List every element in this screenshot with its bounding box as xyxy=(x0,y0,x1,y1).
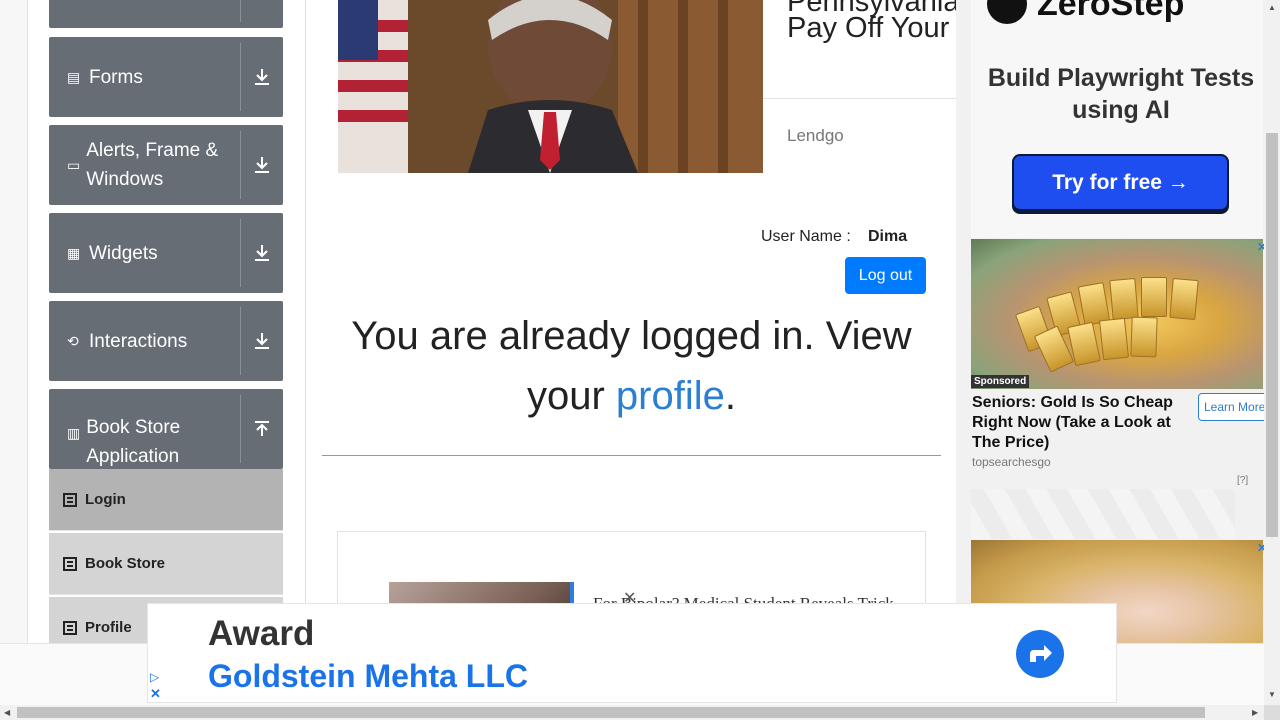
sidebar-group-label: Book Store Application xyxy=(86,417,181,467)
scroll-right-icon[interactable]: ▶ xyxy=(1252,708,1258,717)
close-icon[interactable]: ✕ xyxy=(150,686,161,702)
scrollbar-corner xyxy=(1264,705,1280,720)
zerostep-tagline: Build Playwright Tests using AI xyxy=(987,64,1255,124)
ad-image-senior[interactable] xyxy=(338,0,763,173)
sidebar-item-label: Book Store xyxy=(85,555,166,572)
sidebar-group-label: Interactions xyxy=(89,330,188,352)
scroll-left-icon[interactable]: ◀ xyxy=(4,708,10,717)
sidebar-item-login[interactable]: Login xyxy=(49,469,283,531)
sidebar-item-label: Profile xyxy=(85,619,132,636)
download-icon[interactable] xyxy=(241,37,283,117)
sidebar-item-label: Login xyxy=(85,491,126,508)
sidebar-item-book-store[interactable]: Book Store xyxy=(49,533,283,595)
ad-gold-source: topsearchesgo xyxy=(972,455,1051,469)
bottom-ad[interactable]: Award Goldstein Mehta LLC ▷ ✕ xyxy=(147,603,1117,703)
ad-top-text[interactable]: Pennsylvania Pay Off Your Lendgo xyxy=(763,0,958,173)
try-for-free-button[interactable]: Try for free → xyxy=(1012,154,1229,211)
zerostep-logo-icon xyxy=(987,0,1027,24)
ad-gold-image[interactable] xyxy=(971,239,1263,389)
page: ▤ Forms ▭ Alerts, Frame & Windows ▦ Widgets… xyxy=(0,0,1280,720)
scroll-down-icon[interactable]: ▼ xyxy=(1268,690,1276,699)
ad-gold-title[interactable]: Seniors: Gold Is So Cheap Right Now (Tak… xyxy=(972,393,1192,453)
form-icon: ▤ xyxy=(67,68,81,85)
adchoices-icon[interactable]: [?] xyxy=(1237,475,1248,486)
ad-title-line2: Pay Off Your xyxy=(787,12,950,44)
upload-icon[interactable] xyxy=(241,389,283,469)
logged-in-message: You are already logged in. View your pro… xyxy=(322,306,941,426)
zerostep-brand: ZeroStep xyxy=(1037,0,1185,23)
scroll-thumb[interactable] xyxy=(1266,133,1278,537)
profile-link[interactable]: profile xyxy=(616,374,725,418)
horizontal-scrollbar[interactable]: ◀ ▶ xyxy=(0,705,1264,720)
sidebar-group-label: Forms xyxy=(89,66,143,88)
window-icon: ▭ xyxy=(67,156,81,173)
divider xyxy=(322,455,941,456)
directions-icon[interactable] xyxy=(1016,630,1064,678)
sidebar-group-book-store[interactable]: ▥ Book Store Application xyxy=(49,389,283,469)
sidebar: ▤ Forms ▭ Alerts, Frame & Windows ▦ Widgets… xyxy=(28,0,306,643)
logout-button[interactable]: Log out xyxy=(845,257,926,294)
bottom-ad-line1: Award xyxy=(208,614,315,653)
sidebar-group-label: Alerts, Frame & Windows xyxy=(86,140,219,190)
ad-placeholder xyxy=(971,489,1235,539)
download-icon[interactable] xyxy=(241,213,283,293)
sidebar-group-label xyxy=(49,0,240,28)
sidebar-group-interactions[interactable]: ⟲ Interactions xyxy=(49,301,283,381)
list-icon xyxy=(63,620,77,635)
download-icon[interactable] xyxy=(241,0,283,28)
sidebar-group-label: Widgets xyxy=(89,242,158,264)
adchoices-play-icon[interactable]: ▷ xyxy=(150,670,159,684)
divider xyxy=(763,98,958,99)
sidebar-group-widgets[interactable]: ▦ Widgets xyxy=(49,213,283,293)
sidebar-group-forms[interactable]: ▤ Forms xyxy=(49,37,283,117)
scroll-up-icon[interactable]: ▲ xyxy=(1268,3,1276,12)
left-gutter xyxy=(0,0,28,705)
book-icon: ▥ xyxy=(67,425,81,441)
bottom-ad-line2: Goldstein Mehta LLC xyxy=(208,658,528,694)
list-icon xyxy=(63,556,77,571)
message-suffix: . xyxy=(724,374,736,418)
user-name-value: Dima xyxy=(868,228,908,245)
sponsored-badge: Sponsored xyxy=(971,375,1030,388)
zerostep-logo: ZeroStep xyxy=(987,0,1184,24)
learn-more-button[interactable]: Learn More xyxy=(1198,393,1268,421)
download-icon[interactable] xyxy=(241,301,283,381)
sidebar-group-collapsed[interactable] xyxy=(49,0,283,28)
user-name-label: User Name : xyxy=(761,228,851,245)
ad-brand: Lendgo xyxy=(787,126,844,145)
widgets-icon: ▦ xyxy=(67,244,81,261)
ad-zerostep[interactable]: ZeroStep Build Playwright Tests using AI… xyxy=(971,0,1263,238)
list-icon xyxy=(63,492,77,507)
sidebar-group-alerts[interactable]: ▭ Alerts, Frame & Windows xyxy=(49,125,283,205)
download-icon[interactable] xyxy=(241,125,283,205)
interactions-icon: ⟲ xyxy=(67,332,79,349)
vertical-scrollbar[interactable]: ▲ ▼ xyxy=(1264,0,1280,705)
scroll-thumb[interactable] xyxy=(17,707,1205,718)
